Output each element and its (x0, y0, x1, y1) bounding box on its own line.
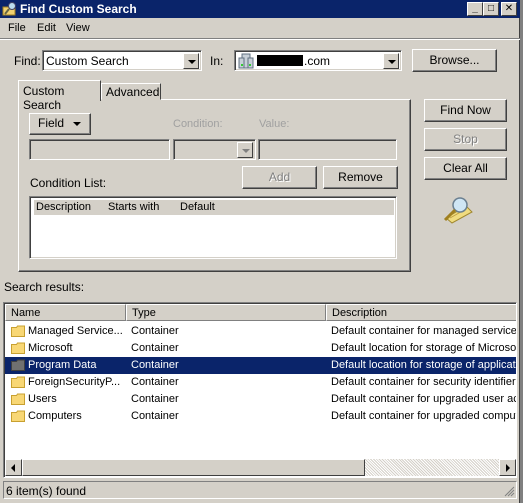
tab-custom-search[interactable]: Custom Search (18, 80, 101, 112)
chevron-down-icon[interactable] (383, 53, 399, 69)
condition-label: Condition: (173, 118, 223, 130)
column-starts-with: Starts with (108, 201, 160, 213)
result-description: Default container for managed service (331, 325, 516, 337)
result-name: Microsoft (28, 342, 73, 354)
result-row[interactable]: ForeignSecurityP... Container Default cont… (5, 374, 516, 391)
folder-icon (11, 410, 25, 422)
result-description: Default location for storage of applicat (331, 359, 516, 371)
menu-edit[interactable]: Edit (37, 22, 56, 34)
domain-icon (238, 53, 254, 69)
redacted-domain (257, 55, 303, 66)
folder-icon (11, 325, 25, 337)
window-title: Find Custom Search (20, 2, 137, 16)
folder-icon (11, 342, 25, 354)
result-type: Container (131, 325, 179, 337)
minimize-button[interactable]: _ (467, 2, 483, 16)
result-type: Container (131, 410, 179, 422)
result-type: Container (131, 376, 179, 388)
menu-file[interactable]: File (8, 22, 26, 34)
field-button-label: Field (38, 116, 65, 130)
arrow-right-icon (506, 464, 510, 472)
result-type: Container (131, 359, 179, 371)
maximize-button[interactable]: □ (483, 2, 499, 16)
results-list[interactable]: Name Type Description Managed Service...… (3, 302, 517, 478)
chevron-down-icon[interactable] (183, 53, 199, 69)
find-now-button[interactable]: Find Now (424, 99, 507, 122)
condition-list-label: Condition List: (30, 176, 107, 190)
result-name: ForeignSecurityP... (28, 376, 121, 388)
column-description: Description (36, 201, 92, 213)
stop-button[interactable]: Stop (424, 128, 507, 151)
column-default: Default (180, 201, 215, 213)
result-description: Default container for upgraded comput (331, 410, 516, 422)
column-header-type[interactable]: Type (126, 304, 326, 321)
remove-button[interactable]: Remove (323, 166, 398, 189)
search-animation-icon (443, 197, 473, 224)
find-label: Find: (14, 54, 41, 68)
find-combo-value: Custom Search (46, 54, 129, 68)
search-results-label: Search results: (4, 280, 85, 294)
value-label: Value: (259, 118, 290, 130)
resize-grip-icon[interactable] (503, 485, 515, 497)
dropdown-arrow-icon (73, 122, 81, 126)
result-row[interactable]: Managed Service... Container Default conta… (5, 323, 516, 340)
scroll-right-button[interactable] (499, 459, 516, 476)
horizontal-scrollbar[interactable] (5, 459, 516, 476)
title-bar[interactable]: Find Custom Search _ □ ✕ (0, 0, 520, 18)
result-row[interactable]: Computers Container Default container for … (5, 408, 516, 425)
browse-button[interactable]: Browse... (412, 49, 497, 72)
folder-icon (11, 376, 25, 388)
condition-list-header: Description Starts with Default (34, 200, 394, 215)
result-description: Default location for storage of Microsol (331, 342, 516, 354)
menu-bar: File Edit View (0, 19, 520, 37)
find-combo[interactable]: Custom Search (42, 50, 202, 71)
result-type: Container (131, 393, 179, 405)
result-name: Managed Service... (28, 325, 123, 337)
value-input[interactable] (258, 139, 397, 160)
tab-advanced[interactable]: Advanced (101, 83, 161, 100)
folder-icon (11, 393, 25, 405)
result-row[interactable]: Program Data Container Default location fo… (5, 357, 516, 374)
add-button[interactable]: Add (242, 166, 317, 189)
find-custom-search-window: Find Custom Search _ □ ✕ File Edit View … (0, 0, 520, 503)
result-row[interactable]: Users Container Default container for upgr… (5, 391, 516, 408)
folder-icon (11, 359, 25, 371)
result-type: Container (131, 342, 179, 354)
in-combo-value: .com (304, 54, 331, 68)
result-name: Users (28, 393, 57, 405)
search-folder-icon (2, 2, 16, 16)
scroll-thumb[interactable] (22, 459, 365, 476)
menu-view[interactable]: View (66, 22, 90, 34)
arrow-left-icon (11, 464, 15, 472)
condition-combo[interactable] (173, 139, 256, 160)
field-input[interactable] (29, 139, 170, 160)
result-description: Default container for security identifie… (331, 376, 516, 388)
status-bar: 6 item(s) found (3, 481, 517, 499)
scroll-left-button[interactable] (5, 459, 22, 476)
result-description: Default container for upgraded user ac (331, 393, 516, 405)
column-header-name[interactable]: Name (5, 304, 126, 321)
in-label: In: (210, 54, 224, 68)
menu-separator (0, 38, 520, 40)
close-button[interactable]: ✕ (501, 2, 517, 16)
chevron-down-icon[interactable] (237, 142, 253, 158)
result-name: Program Data (28, 359, 97, 371)
field-button[interactable]: Field (29, 113, 91, 135)
result-row[interactable]: Microsoft Container Default location for s… (5, 340, 516, 357)
status-text: 6 item(s) found (6, 484, 87, 498)
column-header-description[interactable]: Description (326, 304, 516, 321)
result-name: Computers (28, 410, 82, 422)
in-combo[interactable]: .com (234, 50, 402, 71)
clear-all-button[interactable]: Clear All (424, 157, 507, 180)
